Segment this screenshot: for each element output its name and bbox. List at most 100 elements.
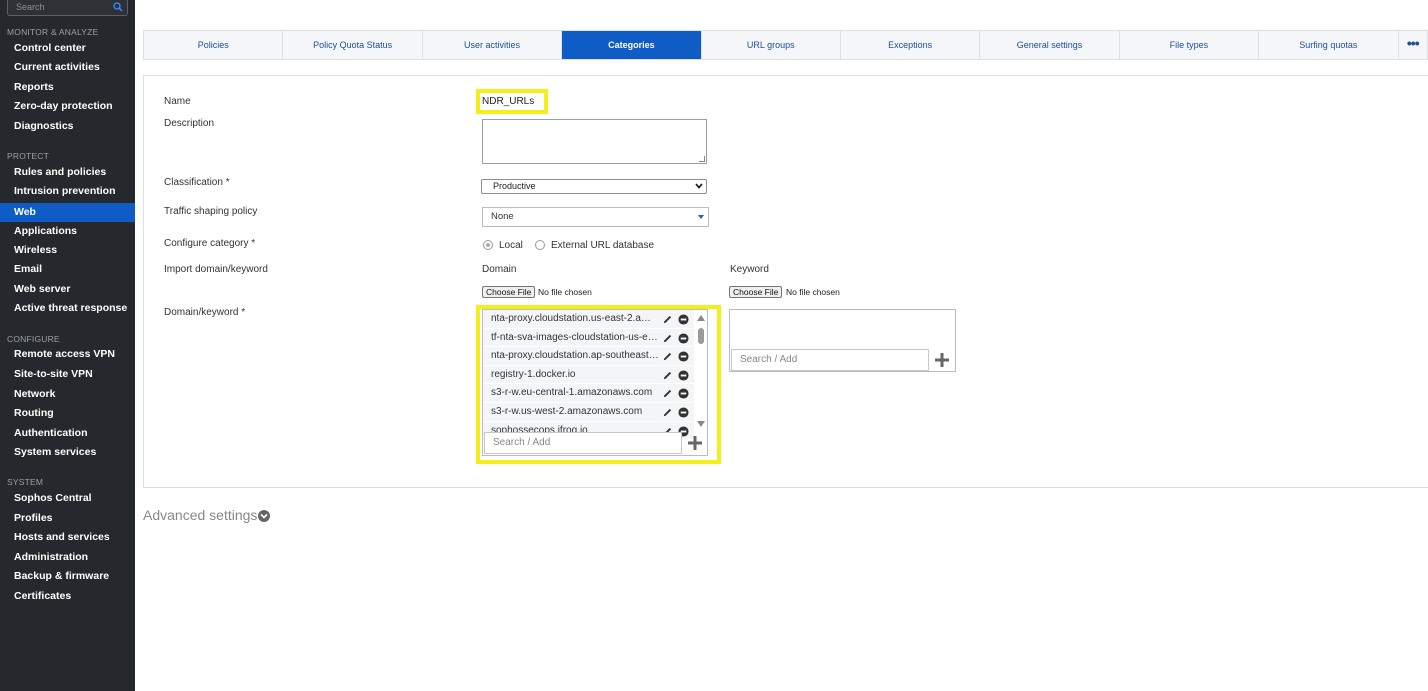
tab-general-settings[interactable]: General settings bbox=[980, 31, 1120, 59]
sidebar-item-reports[interactable]: Reports bbox=[0, 78, 135, 97]
tab-file-types[interactable]: File types bbox=[1120, 31, 1260, 59]
plus-icon[interactable] bbox=[684, 432, 706, 454]
keyword-search-add-input[interactable]: Search / Add bbox=[731, 349, 929, 371]
domain-list: nta-proxy.cloudstation.us-east-2.amazona… bbox=[482, 309, 708, 456]
sidebar-item-backup-firmware[interactable]: Backup & firmware bbox=[0, 567, 135, 586]
remove-icon[interactable] bbox=[678, 333, 689, 344]
radio-external-label: External URL database bbox=[551, 240, 655, 251]
sidebar-item-diagnostics[interactable]: Diagnostics bbox=[0, 117, 135, 136]
tab-surfing-quotas[interactable]: Surfing quotas bbox=[1259, 31, 1399, 59]
sidebar-search-input[interactable]: Search bbox=[7, 0, 128, 16]
list-item: s3-r-w.eu-central-1.amazonaws.com bbox=[483, 384, 694, 403]
sidebar-item-authentication[interactable]: Authentication bbox=[0, 424, 135, 443]
list-item: nta-proxy.cloudstation.us-east-2.amazona… bbox=[483, 310, 694, 329]
name-label: Name bbox=[164, 96, 191, 107]
sidebar-item-sophos-central[interactable]: Sophos Central bbox=[0, 489, 135, 508]
radio-local-label: Local bbox=[499, 240, 523, 251]
pencil-icon[interactable] bbox=[662, 351, 673, 362]
chevron-down-circle-icon[interactable] bbox=[258, 510, 270, 522]
sidebar-item-rules-and-policies[interactable]: Rules and policies bbox=[0, 163, 135, 182]
domain-entry: nta-proxy.cloudstation.ap-southeast-2.am… bbox=[491, 350, 659, 362]
pencil-icon[interactable] bbox=[662, 407, 673, 418]
pencil-icon[interactable] bbox=[662, 333, 673, 344]
section-label-monitor: MONITOR & ANALYZE bbox=[7, 27, 99, 37]
traffic-shaping-label: Traffic shaping policy bbox=[164, 206, 258, 217]
domain-list-scrollbar[interactable] bbox=[694, 310, 707, 430]
domain-entry: registry-1.docker.io bbox=[491, 368, 576, 380]
list-item: nta-proxy.cloudstation.ap-southeast-2.am… bbox=[483, 347, 694, 366]
radio-local[interactable] bbox=[483, 240, 493, 250]
scroll-thumb[interactable] bbox=[698, 328, 704, 344]
sidebar-item-wireless[interactable]: Wireless bbox=[0, 241, 135, 260]
sidebar-item-routing[interactable]: Routing bbox=[0, 404, 135, 423]
tab-bar: Policies Policy Quota Status User activi… bbox=[143, 30, 1428, 60]
sidebar-item-site-to-site-vpn[interactable]: Site-to-site VPN bbox=[0, 365, 135, 384]
list-item: s3-r-w.us-west-2.amazonaws.com bbox=[483, 403, 694, 422]
sidebar-item-hosts-and-services[interactable]: Hosts and services bbox=[0, 528, 135, 547]
keyword-list: Search / Add bbox=[729, 309, 956, 372]
more-tabs-button[interactable]: ••• bbox=[1399, 31, 1427, 59]
domain-column-header: Domain bbox=[482, 264, 517, 275]
sidebar-item-network[interactable]: Network bbox=[0, 385, 135, 404]
remove-icon[interactable] bbox=[678, 407, 689, 418]
category-form-panel bbox=[143, 75, 1428, 488]
section-label-protect: PROTECT bbox=[7, 151, 50, 161]
keyword-column-header: Keyword bbox=[730, 264, 769, 275]
resize-handle-icon[interactable] bbox=[699, 156, 705, 162]
radio-external-url-database[interactable] bbox=[535, 240, 545, 250]
pencil-icon[interactable] bbox=[662, 388, 673, 399]
domain-choose-file-button[interactable]: Choose File bbox=[482, 286, 536, 298]
description-label: Description bbox=[164, 118, 215, 129]
list-item: tf-nta-sva-images-cloudstation-us-east-2 bbox=[483, 328, 694, 348]
traffic-shaping-select[interactable]: None bbox=[482, 207, 709, 227]
advanced-settings-toggle[interactable]: Advanced settings bbox=[143, 507, 257, 523]
sidebar-item-applications[interactable]: Applications bbox=[0, 222, 135, 241]
sidebar-item-certificates[interactable]: Certificates bbox=[0, 587, 135, 606]
domain-search-add-input[interactable]: Search / Add bbox=[484, 432, 682, 454]
tab-url-groups[interactable]: URL groups bbox=[702, 31, 841, 59]
tab-policy-quota-status[interactable]: Policy Quota Status bbox=[283, 31, 423, 59]
sidebar-item-web[interactable]: Web bbox=[0, 203, 135, 222]
classification-select[interactable]: Productive bbox=[481, 179, 707, 194]
sidebar-item-email[interactable]: Email bbox=[0, 260, 135, 279]
domain-file-status: No file chosen bbox=[538, 287, 592, 297]
description-field[interactable] bbox=[482, 119, 707, 164]
sidebar-item-control-center[interactable]: Control center bbox=[0, 39, 135, 58]
classification-value: Productive bbox=[493, 181, 536, 191]
tab-exceptions[interactable]: Exceptions bbox=[841, 31, 981, 59]
traffic-shaping-value: None bbox=[491, 211, 514, 222]
domain-entry: s3-r-w.us-west-2.amazonaws.com bbox=[491, 406, 643, 417]
remove-icon[interactable] bbox=[678, 370, 689, 381]
pencil-icon[interactable] bbox=[662, 370, 673, 381]
tab-user-activities[interactable]: User activities bbox=[423, 31, 563, 59]
sidebar-item-current-activities[interactable]: Current activities bbox=[0, 58, 135, 77]
search-icon[interactable] bbox=[113, 2, 123, 12]
scroll-down-icon[interactable] bbox=[697, 421, 705, 427]
classification-label: Classification * bbox=[164, 177, 230, 188]
plus-icon[interactable] bbox=[931, 349, 953, 371]
sidebar-item-intrusion-prevention[interactable]: Intrusion prevention bbox=[0, 182, 135, 201]
search-placeholder: Search bbox=[16, 2, 45, 12]
section-label-configure: CONFIGURE bbox=[7, 334, 60, 344]
dropdown-arrow-icon bbox=[698, 215, 704, 219]
sidebar-item-profiles[interactable]: Profiles bbox=[0, 509, 135, 528]
import-label: Import domain/keyword bbox=[164, 264, 268, 275]
sidebar-item-remote-access-vpn[interactable]: Remote access VPN bbox=[0, 345, 135, 364]
tab-policies[interactable]: Policies bbox=[144, 31, 284, 59]
domain-keyword-label: Domain/keyword * bbox=[164, 307, 246, 318]
list-item: registry-1.docker.io bbox=[483, 365, 694, 385]
tab-categories[interactable]: Categories bbox=[562, 31, 702, 59]
remove-icon[interactable] bbox=[678, 314, 689, 325]
name-field[interactable]: NDR_URLs bbox=[482, 96, 534, 107]
sidebar-item-administration[interactable]: Administration bbox=[0, 548, 135, 567]
sidebar-item-zero-day-protection[interactable]: Zero-day protection bbox=[0, 97, 135, 116]
sidebar-item-system-services[interactable]: System services bbox=[0, 443, 135, 462]
sidebar-item-active-threat-response[interactable]: Active threat response bbox=[0, 299, 135, 318]
sidebar-item-web-server[interactable]: Web server bbox=[0, 280, 135, 299]
scroll-up-icon[interactable] bbox=[697, 315, 705, 321]
keyword-choose-file-button[interactable]: Choose File bbox=[729, 286, 783, 298]
remove-icon[interactable] bbox=[678, 388, 689, 399]
remove-icon[interactable] bbox=[678, 351, 689, 362]
pencil-icon[interactable] bbox=[662, 314, 673, 325]
sidebar: Search MONITOR & ANALYZE Control center … bbox=[0, 0, 135, 691]
